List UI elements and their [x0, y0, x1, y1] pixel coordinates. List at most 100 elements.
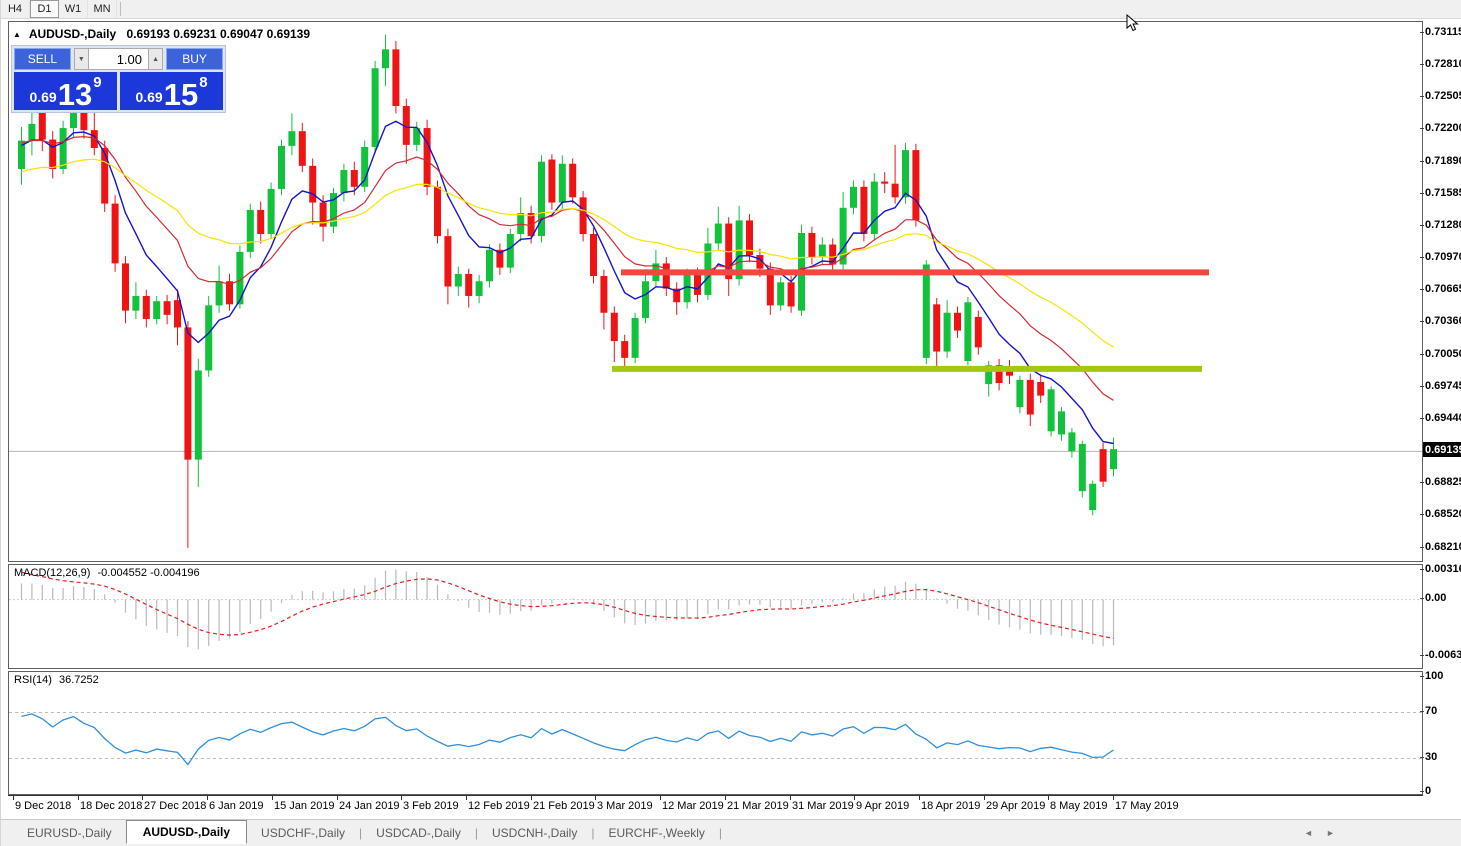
rsi-indicator-pane[interactable]: RSI(14) 36.7252	[8, 671, 1423, 795]
date-tick-label: 12 Mar 2019	[662, 800, 724, 812]
price-axis-tick: 0.71585	[1425, 187, 1461, 199]
date-tick-mark	[466, 796, 467, 800]
macd-axis-tick: -0.006317	[1425, 649, 1461, 661]
price-axis-tick: 0.70050	[1425, 348, 1461, 360]
date-tick-label: 9 Dec 2018	[15, 800, 71, 812]
rsi-canvas	[9, 672, 1422, 794]
macd-signal-line	[22, 572, 1114, 638]
chart-title: ▲ AUDUSD-,Daily 0.69193 0.69231 0.69047 …	[13, 27, 310, 41]
timeframe-toolbar: H4D1W1MN	[1, 0, 1461, 19]
date-tick-label: 18 Dec 2018	[80, 800, 142, 812]
macd-label: MACD(12,26,9) -0.004552 -0.004196	[14, 567, 200, 579]
mt4-window: H4D1W1MN ▲ AUDUSD-,Daily 0.69193 0.69231…	[0, 0, 1461, 846]
tab-usdcnh-daily[interactable]: USDCNH-,Daily	[478, 822, 591, 844]
price-axis-tick: 0.72505	[1425, 90, 1461, 102]
price-axis-tick: 0.69440	[1425, 412, 1461, 424]
price-axis-tick: 0.70970	[1425, 251, 1461, 263]
date-tick-mark	[1113, 796, 1114, 800]
date-tick-label: 8 May 2019	[1050, 800, 1107, 812]
date-tick-label: 24 Jan 2019	[339, 800, 400, 812]
date-tick-label: 3 Feb 2019	[403, 800, 459, 812]
date-tick-mark	[401, 796, 402, 800]
timeframe-button-w1[interactable]: W1	[59, 0, 88, 18]
date-tick-mark	[142, 796, 143, 800]
timeframe-button-h4[interactable]: H4	[1, 0, 30, 18]
date-tick-mark	[207, 796, 208, 800]
buy-price-base: 0.69	[135, 89, 162, 110]
date-tick-label: 18 Apr 2019	[921, 800, 980, 812]
tab-separator: |	[719, 826, 722, 840]
tab-audusd-daily[interactable]: AUDUSD-,Daily	[126, 820, 247, 844]
buy-price-pip: 8	[199, 74, 207, 91]
rsi-axis-tick: 70	[1425, 705, 1437, 717]
chart-ohlc-values: 0.69193 0.69231 0.69047 0.69139	[127, 27, 311, 41]
buy-button[interactable]: BUY	[166, 48, 223, 70]
sell-price-base: 0.69	[29, 89, 56, 110]
timeframe-button-mn[interactable]: MN	[88, 0, 117, 18]
macd-values: -0.004552 -0.004196	[97, 567, 199, 579]
tab-usdchf-daily[interactable]: USDCHF-,Daily	[247, 822, 359, 844]
date-tick-label: 12 Feb 2019	[468, 800, 530, 812]
date-tick-label: 3 Mar 2019	[597, 800, 653, 812]
macd-canvas	[9, 565, 1422, 668]
date-tick-label: 9 Apr 2019	[856, 800, 909, 812]
date-tick-label: 15 Jan 2019	[274, 800, 335, 812]
chart-tab-bar: EURUSD-,DailyAUDUSD-,DailyUSDCHF-,Daily |…	[1, 819, 1461, 846]
price-axis-tick: 0.68825	[1425, 476, 1461, 488]
volume-decrease-button[interactable]: ▼	[74, 48, 89, 70]
timeframe-button-d1[interactable]: D1	[30, 0, 59, 18]
price-axis-tick: 0.70665	[1425, 283, 1461, 295]
macd-axis-tick: 0.003164	[1425, 563, 1461, 575]
buy-price-display[interactable]: 0.69 15 8	[120, 72, 223, 110]
volume-increase-button[interactable]: ▲	[148, 48, 163, 70]
sell-button[interactable]: SELL	[14, 48, 71, 70]
date-tick-mark	[78, 796, 79, 800]
price-axis-tick: 0.73115	[1425, 26, 1461, 38]
mouse-cursor-icon	[1126, 14, 1140, 32]
rsi-axis-tick: 30	[1425, 751, 1437, 763]
date-tick-mark	[790, 796, 791, 800]
buy-price-big: 15	[164, 80, 198, 110]
tab-usdcad-daily[interactable]: USDCAD-,Daily	[362, 822, 475, 844]
price-axis-tick: 0.69745	[1425, 380, 1461, 392]
tab-scroll-left-icon[interactable]: ◄	[1304, 828, 1313, 838]
price-axis-tick: 0.68520	[1425, 508, 1461, 520]
macd-axis: 0.003164 0.00 -0.006317	[1425, 564, 1461, 669]
macd-axis-tick: 0.00	[1425, 592, 1446, 604]
price-axis-tick: 0.70360	[1425, 315, 1461, 327]
date-tick-label: 27 Dec 2018	[144, 800, 206, 812]
volume-input[interactable]	[89, 48, 148, 70]
rsi-label: RSI(14) 36.7252	[14, 674, 99, 686]
rsi-axis-tick: 0	[1425, 785, 1431, 797]
date-tick-mark	[725, 796, 726, 800]
date-tick-label: 31 Mar 2019	[792, 800, 854, 812]
date-tick-mark	[13, 796, 14, 800]
sell-price-display[interactable]: 0.69 13 9	[14, 72, 117, 110]
date-tick-label: 6 Jan 2019	[209, 800, 263, 812]
tab-eurchf-weekly[interactable]: EURCHF-,Weekly	[594, 822, 718, 844]
date-tick-label: 21 Feb 2019	[533, 800, 595, 812]
date-tick-mark	[854, 796, 855, 800]
date-tick-mark	[984, 796, 985, 800]
macd-indicator-pane[interactable]: MACD(12,26,9) -0.004552 -0.004196	[8, 564, 1423, 669]
rsi-axis: 100 70 30 0	[1425, 671, 1461, 795]
collapse-triangle-icon[interactable]: ▲	[13, 30, 21, 39]
date-tick-mark	[595, 796, 596, 800]
price-axis-tick: 0.72200	[1425, 122, 1461, 134]
date-tick-label: 17 May 2019	[1115, 800, 1179, 812]
toolbar-separator	[120, 2, 121, 16]
date-tick-mark	[531, 796, 532, 800]
rsi-axis-tick: 100	[1425, 670, 1443, 682]
rsi-level-lines	[9, 713, 1422, 759]
rsi-line	[22, 714, 1114, 765]
one-click-trading-panel: SELL ▼ ▲ BUY 0.69 13 9 0.69 15 8	[11, 45, 226, 113]
tab-eurusd-daily[interactable]: EURUSD-,Daily	[13, 822, 126, 844]
tab-scroll-right-icon[interactable]: ►	[1326, 828, 1335, 838]
date-tick-mark	[660, 796, 661, 800]
date-tick-mark	[1048, 796, 1049, 800]
price-axis-tick: 0.68210	[1425, 541, 1461, 553]
chart-symbol-label: AUDUSD-,Daily	[29, 27, 116, 41]
date-axis: 9 Dec 2018 18 Dec 201827 Dec 20186 Jan 20…	[8, 795, 1423, 819]
price-axis: 0.731150.728100.725050.722000.718900.715…	[1425, 21, 1461, 562]
rsi-value: 36.7252	[59, 674, 99, 686]
